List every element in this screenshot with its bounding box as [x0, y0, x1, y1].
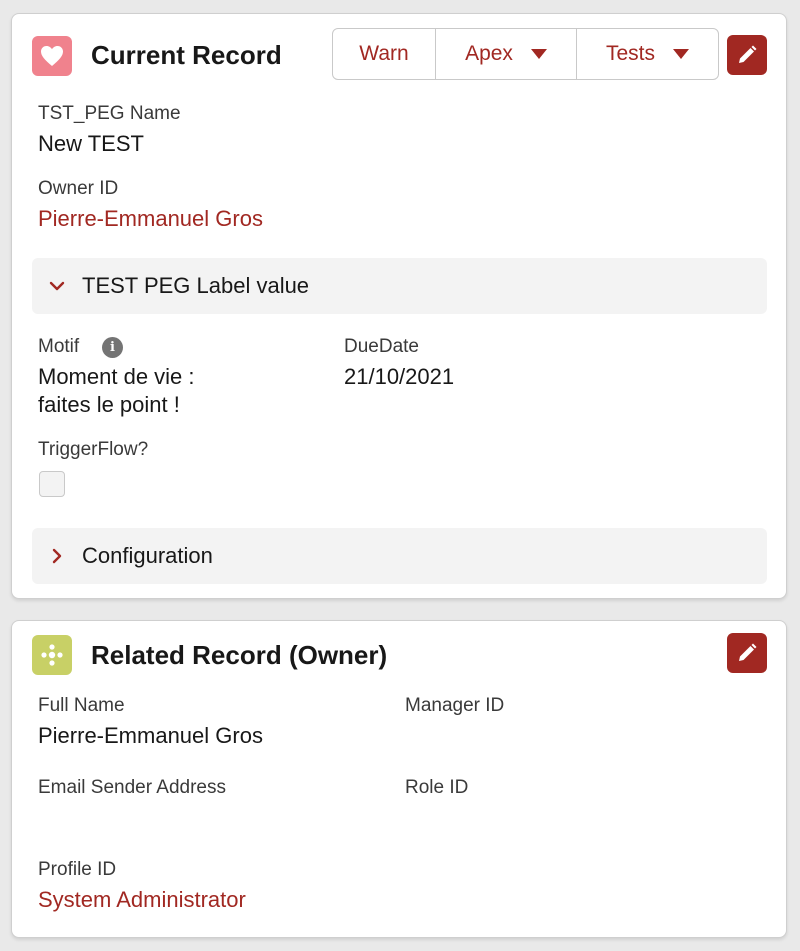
triggerflow-checkbox[interactable] [39, 471, 65, 497]
related-record-title: Related Record (Owner) [91, 640, 388, 670]
warn-button-label: Warn [359, 42, 409, 65]
section-title: TEST PEG Label value [82, 273, 310, 298]
warn-button[interactable]: Warn [333, 29, 436, 79]
edit-button[interactable] [727, 633, 767, 673]
full-name-field-value: Pierre-Emmanuel Gros [38, 723, 263, 748]
tests-dropdown-button[interactable]: Tests [577, 29, 718, 79]
owner-link[interactable]: Pierre-Emmanuel Gros [38, 205, 263, 233]
manager-field-label: Manager ID [405, 695, 505, 716]
section-test-peg-header[interactable]: TEST PEG Label value [32, 258, 767, 314]
pencil-icon [739, 45, 757, 63]
heart-icon [32, 36, 72, 76]
apex-dropdown-button[interactable]: Apex [436, 29, 577, 79]
triggerflow-field-label: TriggerFlow? [38, 439, 149, 460]
duedate-field-label: DueDate [344, 336, 419, 357]
owner-field-label: Owner ID [38, 178, 119, 199]
info-icon[interactable]: i [102, 337, 123, 358]
motif-field-label: Motif [38, 336, 80, 357]
motif-field-value-line1: Moment de vie : [38, 364, 195, 389]
name-field-label: TST_PEG Name [38, 103, 181, 124]
tests-button-label: Tests [605, 42, 655, 65]
full-name-field-label: Full Name [38, 695, 125, 716]
current-record-card: Current Record Warn Apex Tests TST_PEG N… [11, 13, 787, 599]
pencil-icon [739, 643, 757, 661]
apex-button-label: Apex [465, 42, 513, 65]
profile-link[interactable]: System Administrator [38, 886, 246, 914]
caret-down-icon [530, 49, 547, 59]
name-field-value: New TEST [38, 131, 144, 156]
motif-field-value-line2: faites le point ! [38, 392, 180, 417]
duedate-field-value: 21/10/2021 [344, 364, 455, 389]
email-sender-field-label: Email Sender Address [38, 777, 226, 798]
edit-button[interactable] [727, 35, 767, 75]
current-record-title: Current Record [91, 40, 282, 70]
profile-field-label: Profile ID [38, 859, 117, 880]
action-button-group: Warn Apex Tests [332, 28, 719, 80]
related-record-header: Related Record (Owner) [12, 621, 786, 701]
section-title: Configuration [82, 543, 213, 568]
user-group-icon [32, 635, 72, 675]
caret-down-icon [673, 49, 689, 59]
chevron-down-icon [32, 280, 82, 292]
role-field-label: Role ID [405, 777, 469, 798]
current-record-header: Current Record Warn Apex Tests [12, 14, 786, 94]
related-record-card: Related Record (Owner) Full Name Pierre-… [11, 620, 787, 938]
chevron-right-icon [32, 548, 82, 564]
section-configuration-header[interactable]: Configuration [32, 528, 767, 584]
